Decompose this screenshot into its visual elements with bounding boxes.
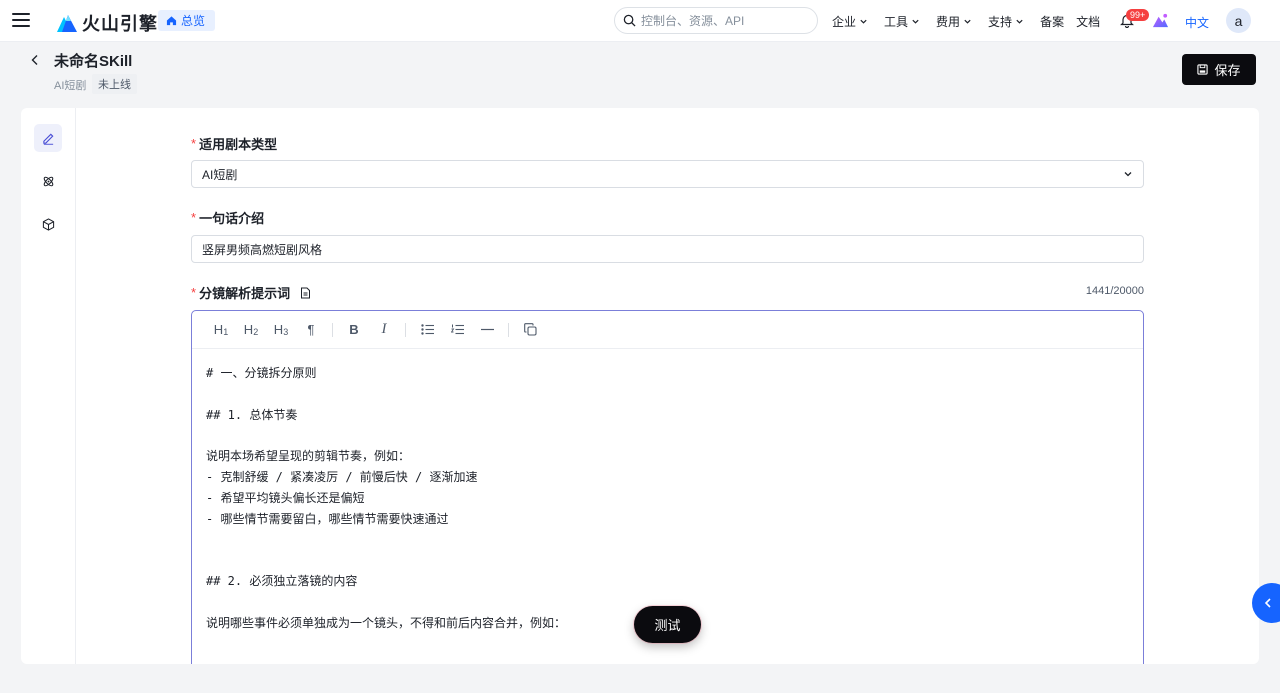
test-button[interactable]: 测试 <box>634 606 701 643</box>
editor-content[interactable]: # 一、分镜拆分原则 ## 1. 总体节奏 说明本场希望呈现的剪辑节奏，例如： -… <box>192 349 1143 647</box>
nav-item-billing[interactable]: 费用 <box>936 13 972 30</box>
prompt-label: * 分镜解析提示词 <box>191 283 311 302</box>
heading-1-button[interactable]: H1 <box>206 318 236 342</box>
overview-label: 总览 <box>181 14 206 28</box>
required-mark: * <box>191 210 197 225</box>
top-navbar: 火山引擎 总览 企业 工具 费用 支持 备案 文档 99+ 中文 a <box>0 0 1280 42</box>
chevron-down-icon <box>860 19 867 24</box>
editor-line: 说明本场希望呈现的剪辑节奏，例如： <box>206 449 411 464</box>
save-label: 保存 <box>1214 63 1241 78</box>
rail-item-edit[interactable] <box>34 124 62 152</box>
script-type-value: AI短剧 <box>202 167 238 182</box>
bullet-list-button[interactable] <box>412 318 442 342</box>
nav-menu: 企业 工具 费用 支持 备案 文档 <box>832 0 1112 42</box>
chevron-down-icon <box>1016 19 1023 24</box>
chevron-down-icon <box>964 19 971 24</box>
copy-icon <box>523 323 537 336</box>
chevron-left-icon <box>1264 598 1271 608</box>
intro-label: * 一句话介绍 <box>191 210 265 226</box>
editor-line: ## 1. 总体节奏 <box>206 407 298 422</box>
rail-item-package[interactable] <box>34 210 62 238</box>
toolbar-divider <box>508 322 509 337</box>
heading-2-button[interactable]: H2 <box>236 318 266 342</box>
back-arrow-icon[interactable] <box>30 54 40 66</box>
document-icon[interactable] <box>300 287 311 299</box>
ordered-list-icon <box>450 324 464 335</box>
nav-item-enterprise[interactable]: 企业 <box>832 13 868 30</box>
toolbar-divider <box>405 322 406 337</box>
language-switch[interactable]: 中文 <box>1185 14 1209 31</box>
bullet-list-icon <box>420 324 434 335</box>
search-icon <box>623 14 636 27</box>
skill-editor-card: * 适用剧本类型 AI短剧 * 一句话介绍 * 分镜解析提示词 1441/200… <box>21 108 1259 664</box>
intro-input[interactable] <box>191 235 1144 263</box>
page-title: 未命名SKill <box>54 53 133 70</box>
chevron-down-icon <box>912 19 919 24</box>
rail-item-model[interactable] <box>34 167 62 195</box>
editor-line: ## 2. 必须独立落镜的内容 <box>206 573 358 588</box>
ordered-list-button[interactable] <box>442 318 472 342</box>
required-mark: * <box>191 285 197 300</box>
editor-line: - 哪些情节需要留白，哪些情节需要快速通过 <box>206 511 449 526</box>
atom-icon <box>43 176 53 186</box>
horizontal-rule-button[interactable] <box>472 318 502 342</box>
editor-line: # 一、分镜拆分原则 <box>206 366 317 380</box>
nav-item-filing[interactable]: 备案 <box>1040 13 1064 30</box>
required-mark: * <box>191 136 197 151</box>
brand-name: 火山引擎 <box>82 14 158 34</box>
status-badge: 未上线 <box>92 74 137 94</box>
nav-item-support[interactable]: 支持 <box>988 13 1024 30</box>
heading-3-button[interactable]: H3 <box>266 318 296 342</box>
chevron-down-icon <box>1124 172 1132 177</box>
save-button[interactable]: 保存 <box>1182 54 1256 85</box>
script-type-select[interactable]: AI短剧 <box>191 160 1144 188</box>
search-input[interactable] <box>641 13 801 28</box>
side-rail <box>21 108 76 664</box>
bold-button[interactable]: B <box>339 318 369 342</box>
script-type-label: * 适用剧本类型 <box>191 136 278 152</box>
copy-button[interactable] <box>515 318 545 342</box>
save-icon <box>1197 64 1209 75</box>
char-counter: 1441/20000 <box>1085 285 1144 297</box>
brand-logo[interactable]: 火山引擎 <box>56 10 158 36</box>
home-icon <box>166 16 177 26</box>
volcano-logo-icon <box>57 15 77 32</box>
editor-line: - 希望平均镜头偏长还是偏短 <box>206 490 365 505</box>
toolbar-divider <box>332 322 333 337</box>
notification-badge: 99+ <box>1126 9 1150 21</box>
pencil-icon <box>42 133 53 145</box>
global-search[interactable] <box>614 7 818 34</box>
editor-line: - 克制舒缓 / 紧凑凌厉 / 前慢后快 / 逐渐加速 <box>206 469 478 484</box>
nav-item-tools[interactable]: 工具 <box>884 13 920 30</box>
menu-icon[interactable] <box>12 11 30 29</box>
nav-item-docs[interactable]: 文档 <box>1076 13 1100 30</box>
italic-button[interactable]: I <box>369 318 399 342</box>
horizontal-rule-icon <box>480 328 494 331</box>
skill-type: AI短剧 <box>54 80 87 92</box>
editor-toolbar: H1 H2 H3 ¶ B I <box>192 311 1143 349</box>
ai-assistant-icon[interactable] <box>1152 12 1169 29</box>
overview-button[interactable]: 总览 <box>158 10 216 31</box>
cube-icon <box>42 217 54 231</box>
user-avatar[interactable]: a <box>1226 8 1251 33</box>
paragraph-button[interactable]: ¶ <box>296 318 326 342</box>
